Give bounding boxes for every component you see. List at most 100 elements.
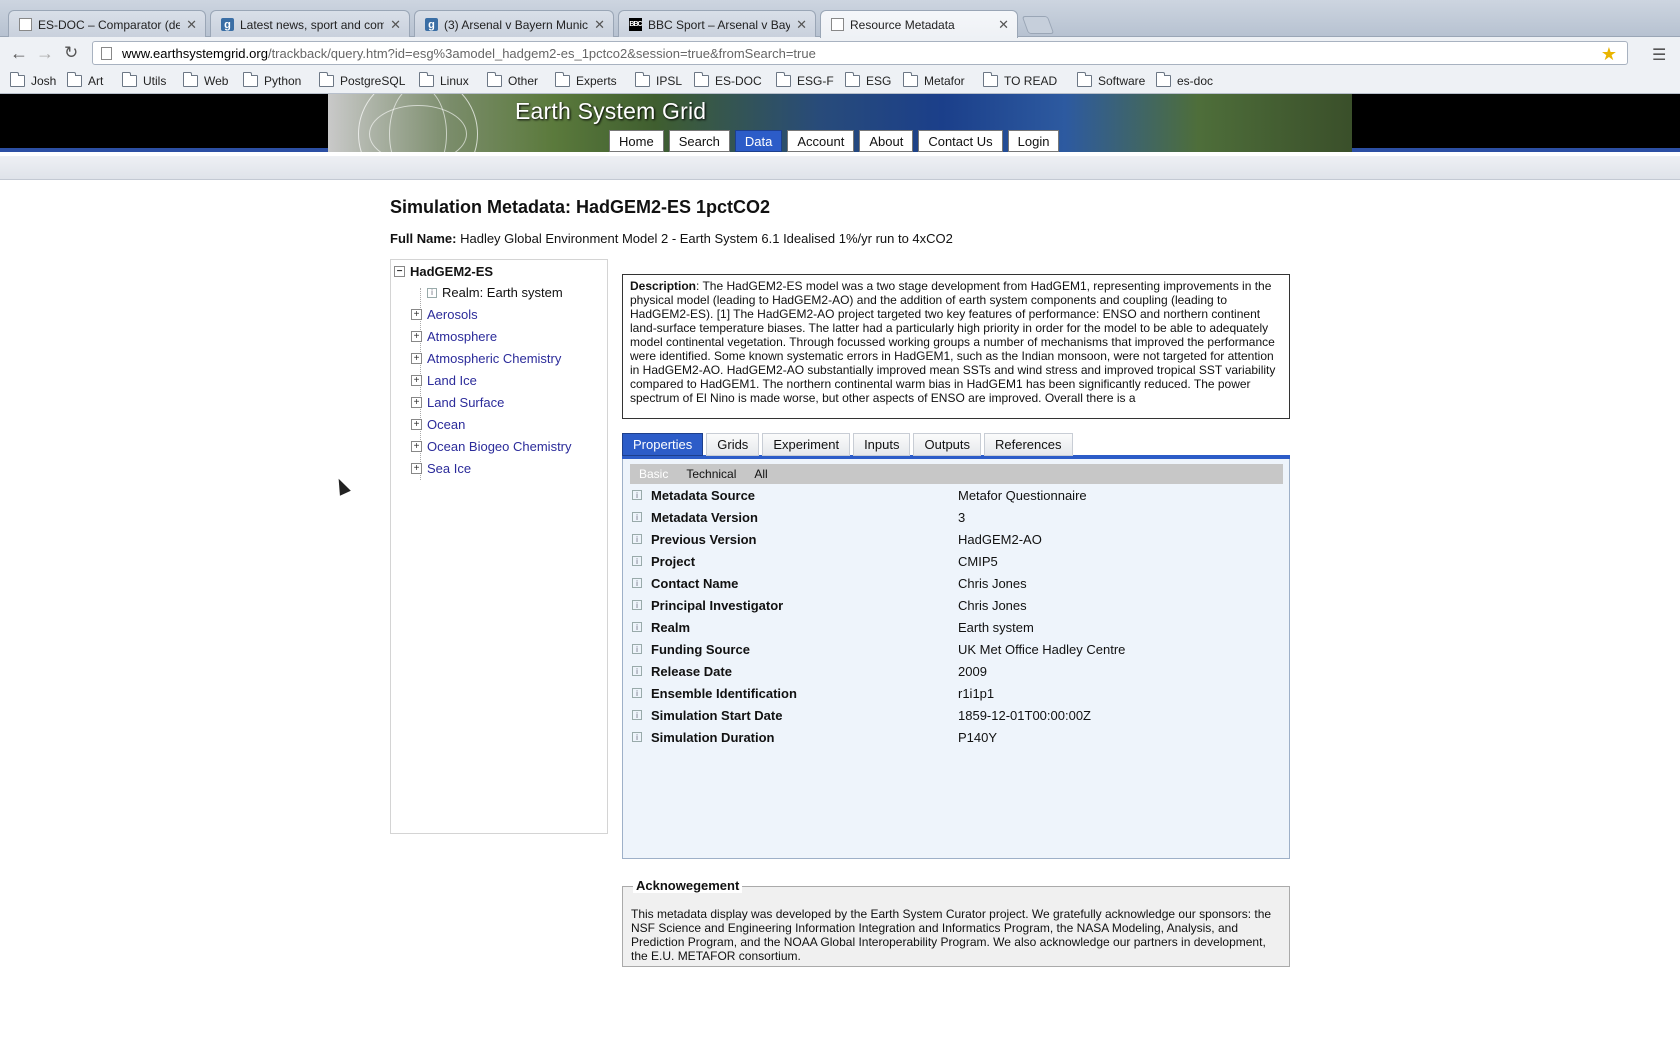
tree-item-aerosols[interactable]: + Aerosols <box>411 307 478 322</box>
property-row[interactable]: i Release Date 2009 <box>632 660 1282 682</box>
property-row[interactable]: i Funding Source UK Met Office Hadley Ce… <box>632 638 1282 660</box>
address-bar[interactable]: www.earthsystemgrid.org/trackback/query.… <box>92 41 1628 65</box>
close-icon[interactable]: ✕ <box>186 17 197 33</box>
close-icon[interactable]: ✕ <box>998 17 1009 33</box>
property-row[interactable]: i Contact Name Chris Jones <box>632 572 1282 594</box>
tree-root[interactable]: − HadGEM2-ES <box>394 264 493 279</box>
tree-item-sea-ice[interactable]: + Sea Ice <box>411 461 471 476</box>
reload-icon[interactable]: ↻ <box>64 43 78 63</box>
expand-icon[interactable]: + <box>411 309 422 320</box>
nav-data[interactable]: Data <box>734 130 783 152</box>
bookmark-folder[interactable]: Art <box>67 72 103 88</box>
bookmark-folder[interactable]: TO READ <box>983 72 1057 88</box>
browser-tab[interactable]: BBC BBC Sport – Arsenal v Bayern ✕ <box>618 10 816 38</box>
bookmark-folder[interactable]: Python <box>243 72 301 88</box>
menu-icon[interactable]: ☰ <box>1652 45 1666 65</box>
expand-icon[interactable]: + <box>411 353 422 364</box>
expand-icon[interactable]: + <box>411 331 422 342</box>
close-icon[interactable]: ✕ <box>390 17 401 33</box>
info-icon[interactable]: i <box>632 600 642 610</box>
expand-icon[interactable]: + <box>411 463 422 474</box>
info-icon[interactable]: i <box>632 622 642 632</box>
subtab-basic[interactable]: Basic <box>630 467 677 481</box>
nav-about[interactable]: About <box>859 130 914 152</box>
nav-account[interactable]: Account <box>787 130 855 152</box>
forward-arrow-icon[interactable]: → <box>36 43 54 64</box>
tab-outputs[interactable]: Outputs <box>913 433 982 456</box>
nav-home[interactable]: Home <box>609 130 664 152</box>
nav-login[interactable]: Login <box>1007 130 1060 152</box>
bookmark-folder[interactable]: ESG-F <box>776 72 834 88</box>
info-icon[interactable]: i <box>632 512 642 522</box>
info-icon[interactable]: i <box>632 732 642 742</box>
browser-tab[interactable]: g (3) Arsenal v Bayern Munich ✕ <box>414 10 614 38</box>
bookmark-folder[interactable]: Utils <box>122 72 166 88</box>
tree-item-ocean[interactable]: + Ocean <box>411 417 465 432</box>
bookmark-folder[interactable]: Metafor <box>903 72 965 88</box>
tab-inputs[interactable]: Inputs <box>853 433 911 456</box>
tab-references[interactable]: References <box>984 433 1073 456</box>
expand-icon[interactable]: + <box>411 375 422 386</box>
bookmark-folder[interactable]: Experts <box>555 72 617 88</box>
property-row[interactable]: i Metadata Version 3 <box>632 506 1282 528</box>
bookmark-folder[interactable]: es-doc <box>1156 72 1213 88</box>
folder-icon <box>555 72 570 87</box>
site-subbar <box>0 156 1680 180</box>
property-name: Metadata Version <box>651 509 758 525</box>
info-icon[interactable]: i <box>632 710 642 720</box>
subtab-technical[interactable]: Technical <box>677 467 745 481</box>
description-box[interactable]: Description: The HadGEM2-ES model was a … <box>622 274 1290 419</box>
tree-item-land-ice[interactable]: + Land Ice <box>411 373 477 388</box>
property-row[interactable]: i Simulation Duration P140Y <box>632 726 1282 748</box>
browser-tab[interactable]: g Latest news, sport and comm ✕ <box>210 10 410 38</box>
info-icon[interactable]: i <box>632 534 642 544</box>
nav-search[interactable]: Search <box>668 130 730 152</box>
nav-contact-us[interactable]: Contact Us <box>918 130 1003 152</box>
info-icon[interactable]: i <box>632 688 642 698</box>
property-name: Realm <box>651 619 691 635</box>
bookmark-star-icon[interactable]: ★ <box>1601 44 1617 65</box>
bookmark-folder[interactable]: Software <box>1077 72 1145 88</box>
folder-icon <box>903 72 918 87</box>
property-row[interactable]: i Ensemble Identification r1i1p1 <box>632 682 1282 704</box>
tab-grids[interactable]: Grids <box>706 433 760 456</box>
expand-icon[interactable]: + <box>411 419 422 430</box>
property-value: 1859-12-01T00:00:00Z <box>958 707 1091 723</box>
info-icon[interactable]: i <box>632 578 642 588</box>
tree-leaf-realm[interactable]: i Realm: Earth system <box>427 285 563 300</box>
bookmark-folder[interactable]: ESG <box>845 72 891 88</box>
tree-item-ocean-biogeo-chemistry[interactable]: + Ocean Biogeo Chemistry <box>411 439 572 454</box>
property-row[interactable]: i Metadata Source Metafor Questionnaire <box>632 484 1282 506</box>
bookmark-folder[interactable]: Web <box>183 72 228 88</box>
property-row[interactable]: i Realm Earth system <box>632 616 1282 638</box>
subtab-all[interactable]: All <box>745 467 776 481</box>
bookmark-folder[interactable]: Other <box>487 72 538 88</box>
tree-item-atmospheric-chemistry[interactable]: + Atmospheric Chemistry <box>411 351 561 366</box>
property-row[interactable]: i Simulation Start Date 1859-12-01T00:00… <box>632 704 1282 726</box>
property-row[interactable]: i Previous Version HadGEM2-AO <box>632 528 1282 550</box>
info-icon[interactable]: i <box>632 556 642 566</box>
browser-tab[interactable]: ES-DOC – Comparator (dev) ✕ <box>8 10 206 38</box>
bookmark-folder[interactable]: IPSL <box>635 72 682 88</box>
tab-properties[interactable]: Properties <box>622 433 704 456</box>
bookmark-folder[interactable]: ES-DOC <box>694 72 762 88</box>
property-row[interactable]: i Project CMIP5 <box>632 550 1282 572</box>
bookmark-folder[interactable]: Linux <box>419 72 469 88</box>
browser-tab-active[interactable]: Resource Metadata ✕ <box>820 10 1018 38</box>
tree-item-land-surface[interactable]: + Land Surface <box>411 395 504 410</box>
property-row[interactable]: i Principal Investigator Chris Jones <box>632 594 1282 616</box>
expand-icon[interactable]: + <box>411 441 422 452</box>
bookmark-folder[interactable]: PostgreSQL <box>319 72 405 88</box>
close-icon[interactable]: ✕ <box>796 17 807 33</box>
info-icon[interactable]: i <box>632 490 642 500</box>
tree-item-atmosphere[interactable]: + Atmosphere <box>411 329 497 344</box>
info-icon[interactable]: i <box>632 666 642 676</box>
info-icon[interactable]: i <box>632 644 642 654</box>
new-tab-button[interactable] <box>1021 16 1055 34</box>
close-icon[interactable]: ✕ <box>594 17 605 33</box>
tab-experiment[interactable]: Experiment <box>762 433 851 456</box>
expand-icon[interactable]: + <box>411 397 422 408</box>
back-arrow-icon[interactable]: ← <box>10 43 28 64</box>
bookmark-folder[interactable]: Josh <box>10 72 56 88</box>
collapse-icon[interactable]: − <box>394 266 405 277</box>
